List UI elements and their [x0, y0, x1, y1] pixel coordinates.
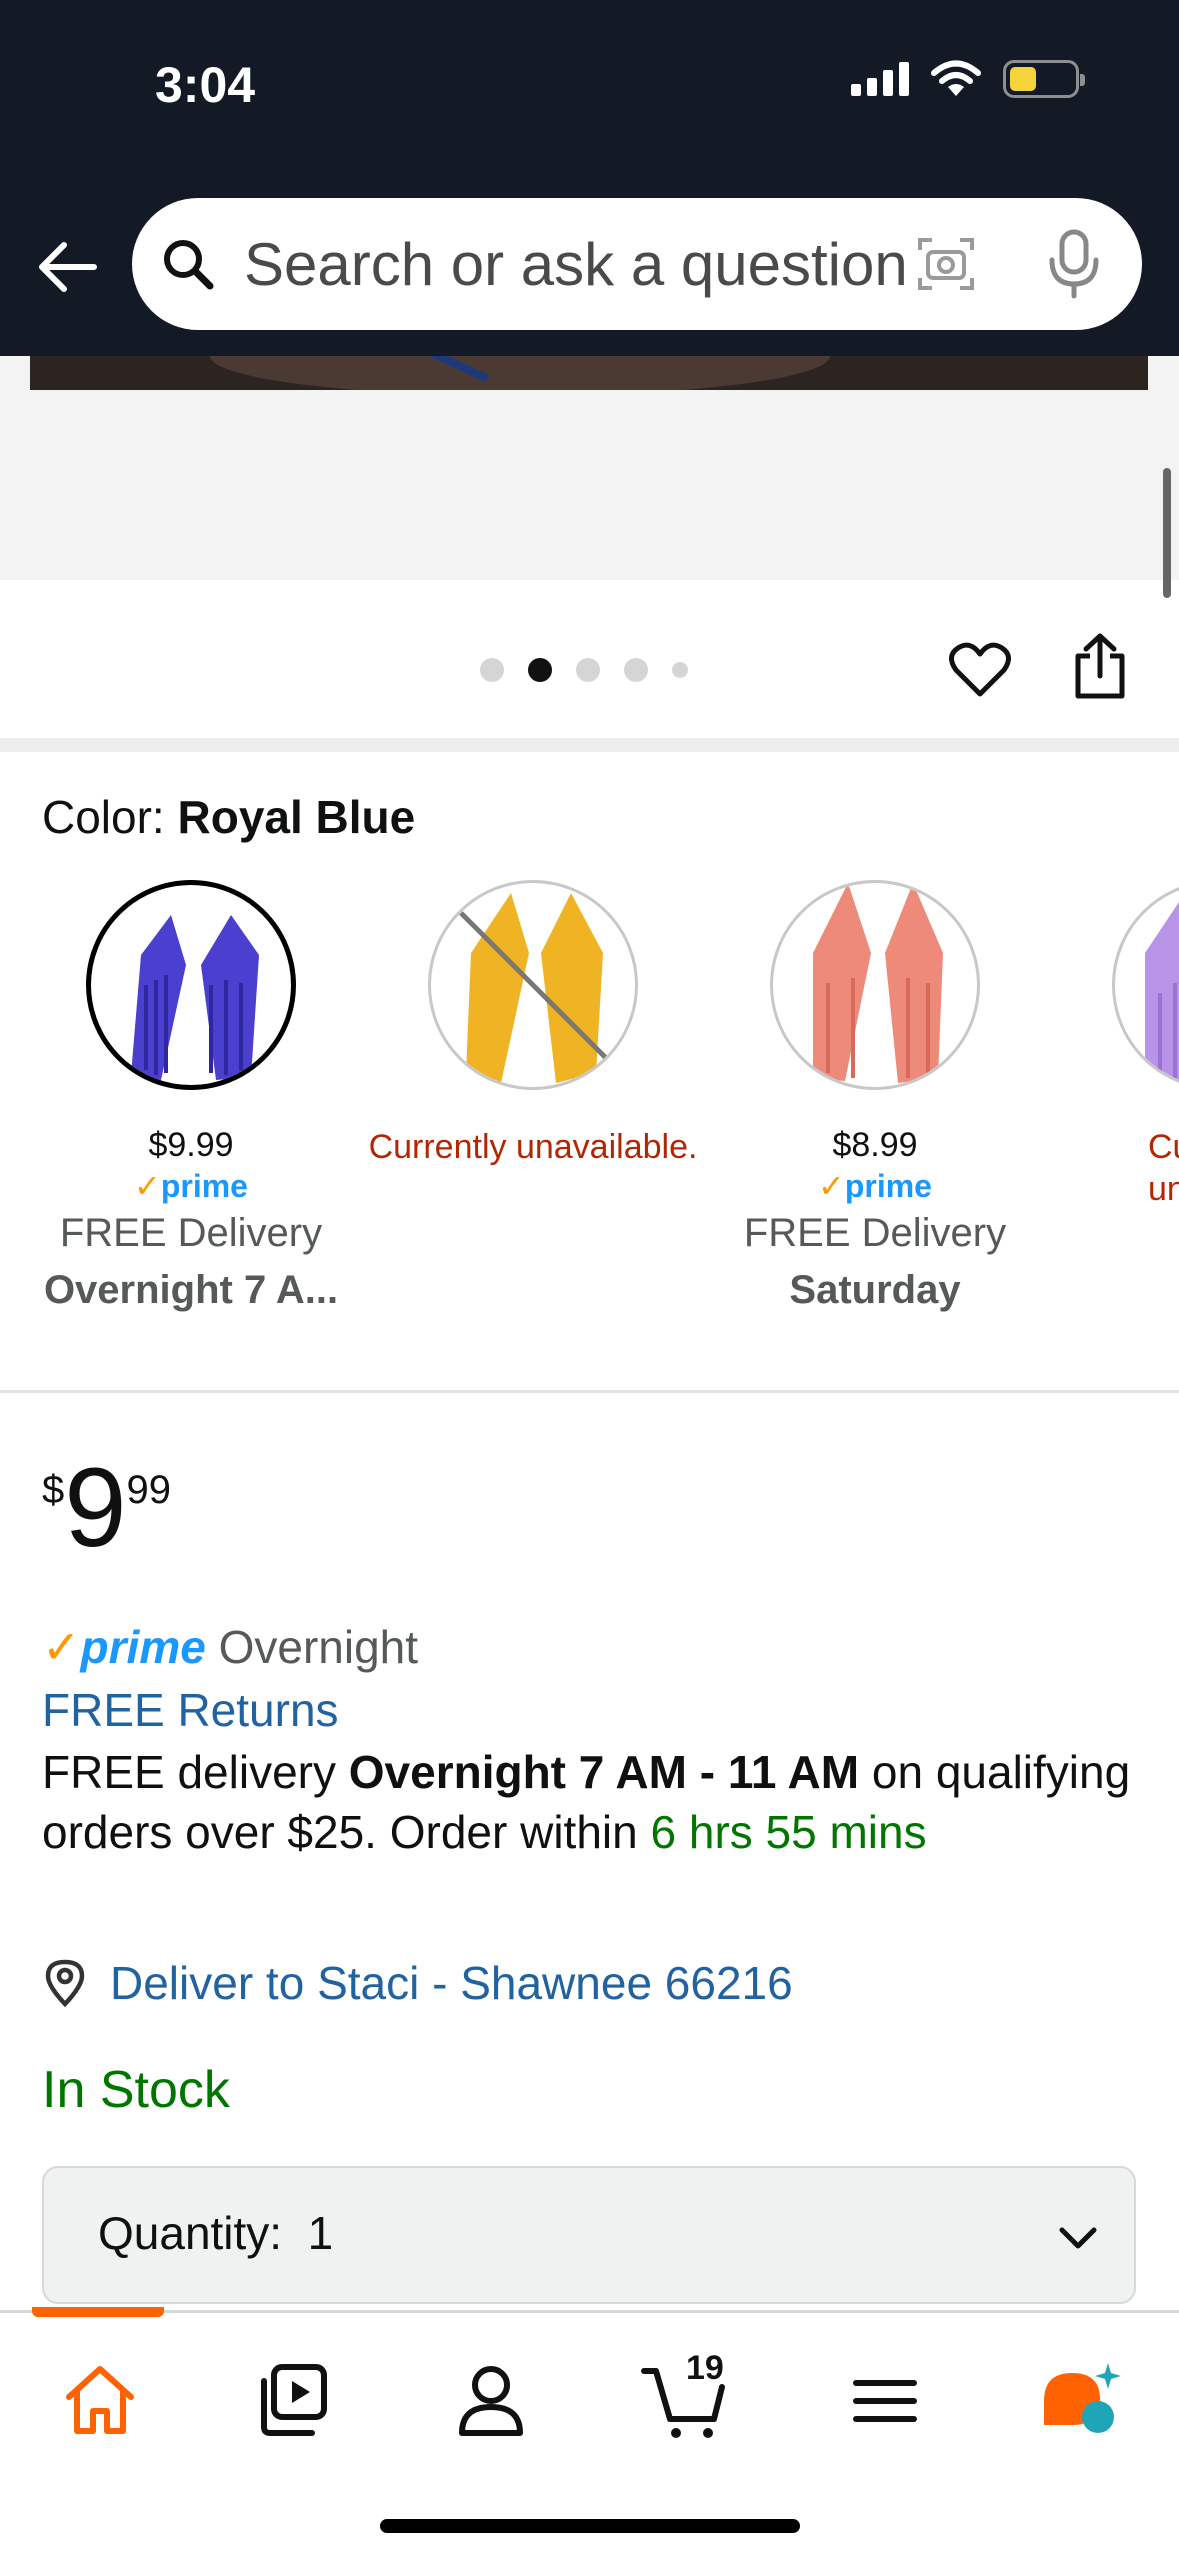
prime-shipping-line: ✓prime Overnight	[42, 1620, 418, 1674]
carousel-dot[interactable]	[480, 658, 504, 682]
deliver-to-link[interactable]: Deliver to Staci - Shawnee 66216	[42, 1956, 793, 2010]
carousel-dot-active[interactable]	[528, 658, 552, 682]
account-icon[interactable]	[446, 2355, 536, 2445]
cart-count-badge: 19	[686, 2349, 724, 2387]
status-time: 3:04	[155, 57, 256, 113]
swatch-thumbnail	[770, 880, 980, 1090]
price-currency: $	[42, 1468, 65, 1512]
swatch-delivery-time: Saturday	[789, 1268, 961, 1312]
color-swatch-lavender-clip: Currently unavailable.	[1112, 880, 1179, 1360]
free-returns-link[interactable]: FREE Returns	[42, 1683, 339, 1737]
delivery-window: Overnight 7 AM - 11 AM	[348, 1746, 860, 1798]
share-icon[interactable]	[1068, 632, 1132, 702]
prime-logo-text: prime	[80, 1621, 206, 1673]
prime-text: prime	[844, 1168, 932, 1204]
quantity-label: Quantity: 1	[98, 2206, 333, 2260]
quantity-value: 1	[307, 2207, 334, 2259]
section-divider	[0, 1390, 1179, 1393]
search-icon	[164, 240, 214, 290]
cart-tab[interactable]: 19	[640, 2349, 730, 2445]
product-image-carousel[interactable]	[0, 356, 1179, 580]
carousel-dot[interactable]	[672, 662, 688, 678]
color-swatch-lavender[interactable]: Currently unavailable.	[1112, 880, 1179, 1210]
carousel-dots	[480, 658, 688, 682]
video-icon[interactable]	[250, 2355, 340, 2445]
prime-logo: ✓prime	[42, 1621, 206, 1673]
delivery-countdown: 6 hrs 55 mins	[650, 1806, 927, 1858]
price-fraction: 99	[126, 1468, 172, 1512]
swatch-thumbnail	[86, 880, 296, 1090]
deliver-to-text: Deliver to Staci - Shawnee 66216	[110, 1957, 793, 2009]
swatch-delivery-time: Overnight 7 A...	[43, 1268, 339, 1312]
scrollbar[interactable]	[1163, 468, 1171, 598]
rufus-assistant-icon[interactable]	[1036, 2355, 1126, 2445]
carousel-dot[interactable]	[576, 658, 600, 682]
back-arrow-icon[interactable]	[34, 234, 100, 300]
location-pin-icon	[45, 1959, 85, 2008]
color-swatch-coral[interactable]: $8.99 ✓prime FREE Delivery Saturday	[710, 880, 1040, 1313]
prime-text: prime	[160, 1168, 248, 1204]
product-image	[30, 356, 1148, 390]
home-icon[interactable]	[55, 2355, 145, 2445]
battery-icon	[1003, 60, 1085, 98]
swatch-price: $9.99	[148, 1126, 234, 1164]
prime-badge: ✓prime	[818, 1168, 932, 1204]
chevron-down-icon	[1059, 2227, 1097, 2249]
product-price: $999	[42, 1452, 172, 1564]
swatch-unavailable: Currently unavailable.	[368, 1128, 698, 1166]
swatch-unavailable: Currently unavailable.	[1148, 1128, 1179, 1208]
microphone-icon[interactable]	[1046, 228, 1102, 300]
active-tab-indicator	[32, 2307, 164, 2317]
color-label-text: Color:	[42, 791, 165, 843]
camera-search-icon[interactable]	[914, 232, 978, 296]
prime-speed: Overnight	[218, 1621, 419, 1673]
price-whole: 9	[64, 1445, 127, 1570]
swatch-thumbnail	[1112, 880, 1179, 1090]
color-label: Color: Royal Blue	[42, 790, 415, 844]
section-divider	[0, 738, 1179, 752]
selected-color-name: Royal Blue	[177, 791, 416, 843]
home-indicator	[380, 2519, 800, 2533]
status-icons	[851, 60, 1085, 98]
quantity-label-text: Quantity:	[98, 2207, 283, 2259]
quantity-dropdown[interactable]: Quantity: 1	[42, 2166, 1136, 2304]
signal-icon	[851, 62, 909, 96]
bottom-tab-bar: 19	[0, 2307, 1179, 2556]
menu-icon[interactable]	[840, 2355, 930, 2445]
color-swatch-royal-blue[interactable]: $9.99 ✓prime FREE Delivery Overnight 7 A…	[26, 880, 356, 1313]
swatch-delivery: FREE Delivery	[743, 1211, 1007, 1255]
search-bar[interactable]	[132, 198, 1142, 330]
swatch-delivery: FREE Delivery	[59, 1211, 323, 1255]
delivery-message: FREE delivery Overnight 7 AM - 11 AM on …	[42, 1742, 1152, 1862]
swatch-thumbnail	[428, 880, 638, 1090]
prime-badge: ✓prime	[134, 1168, 248, 1204]
top-header: 3:04	[0, 0, 1179, 356]
delivery-prefix: FREE delivery	[42, 1746, 349, 1798]
swatch-price: $8.99	[832, 1126, 918, 1164]
wifi-icon	[931, 60, 981, 96]
color-swatch-gold[interactable]: Currently unavailable.	[368, 880, 698, 1168]
carousel-dot[interactable]	[624, 658, 648, 682]
heart-icon[interactable]	[948, 638, 1012, 702]
stock-status: In Stock	[42, 2061, 230, 2119]
image-actions-row	[0, 580, 1179, 738]
